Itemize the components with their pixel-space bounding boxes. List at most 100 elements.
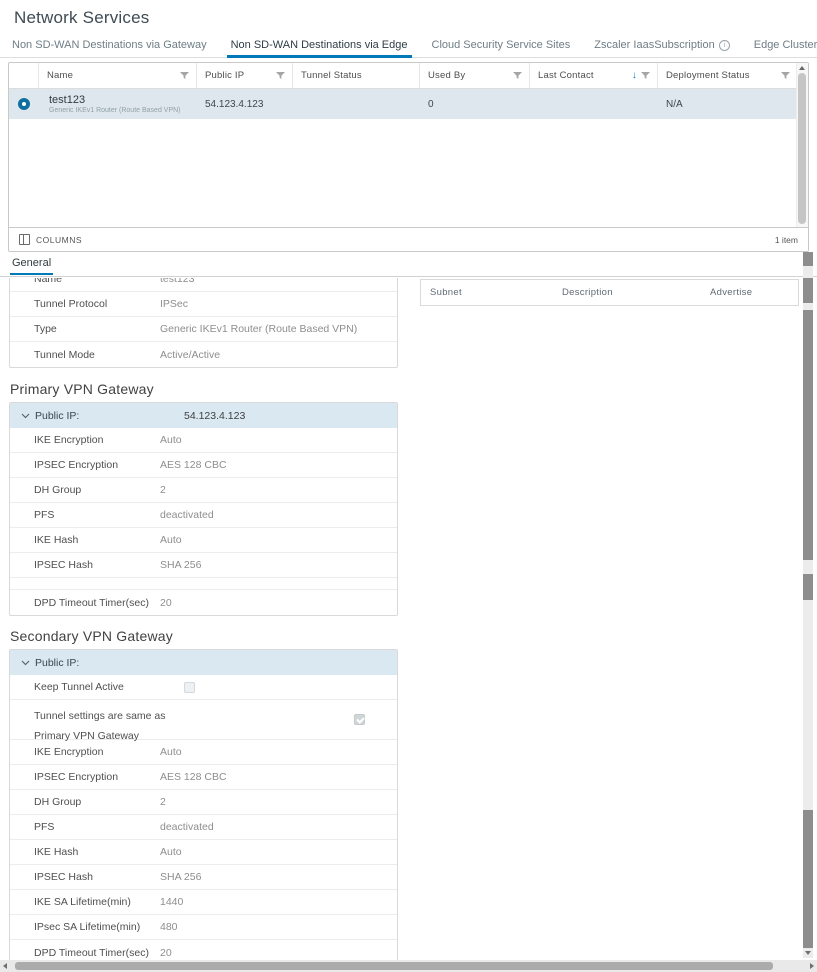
scrollbar-thumb[interactable] — [803, 252, 813, 266]
tab-edge-clusters[interactable]: Edge Clusters — [754, 33, 817, 57]
grid-header-public-ip[interactable]: Public IP — [197, 63, 293, 88]
field-label: IPSEC Hash — [10, 559, 160, 571]
scrollbar-thumb[interactable] — [803, 574, 813, 600]
field-label: IPSEC Encryption — [10, 459, 160, 471]
field-label: Keep Tunnel Active — [10, 681, 160, 693]
scroll-right-arrow-icon[interactable] — [810, 963, 814, 969]
sort-desc-icon[interactable]: ↓ — [632, 70, 637, 81]
details-tabbar: General — [0, 252, 817, 277]
secondary-row: IKE Hash Auto — [10, 840, 397, 865]
tab-zscaler-label: Zscaler IaasSubscription — [594, 39, 714, 51]
grid-header-name-label: Name — [47, 70, 73, 81]
grid-scrollbar-thumb[interactable] — [798, 73, 806, 224]
tab-zscaler-iaas-subscription[interactable]: Zscaler IaasSubscription — [594, 33, 729, 57]
filter-icon[interactable] — [513, 72, 522, 80]
grid-header-used-by-label: Used By — [428, 70, 465, 81]
chevron-down-icon — [21, 413, 30, 419]
general-row: Tunnel Protocol IPSec — [10, 292, 397, 317]
item-count: 1 item — [775, 235, 798, 245]
field-value: 20 — [160, 597, 172, 609]
primary-row: IKE Encryption Auto — [10, 428, 397, 453]
field-value: Auto — [160, 434, 182, 446]
scrollbar-thumb[interactable] — [803, 810, 813, 948]
row-subtitle: Generic IKEv1 Router (Route Based VPN) — [49, 107, 197, 114]
info-icon — [719, 40, 730, 51]
tab-general[interactable]: General — [12, 257, 51, 269]
row-name-cell: test123 Generic IKEv1 Router (Route Base… — [39, 94, 197, 114]
field-label: DPD Timeout Timer(sec) — [10, 597, 160, 609]
field-label: IKE Encryption — [10, 746, 160, 758]
primary-row: IKE Hash Auto — [10, 528, 397, 553]
field-value: 20 — [160, 947, 172, 959]
scroll-down-arrow-icon[interactable] — [805, 951, 811, 955]
field-value: Auto — [160, 746, 182, 758]
subnet-col-header: Subnet — [421, 287, 562, 298]
filter-icon[interactable] — [641, 72, 650, 80]
field-label: Tunnel Protocol — [10, 298, 160, 310]
primary-public-ip-header[interactable]: Public IP: 54.123.4.123 — [10, 403, 397, 428]
keep-tunnel-active-checkbox[interactable] — [184, 682, 195, 693]
scrollbar-thumb[interactable] — [803, 310, 813, 560]
field-label: IPSEC Encryption — [10, 771, 160, 783]
filter-icon[interactable] — [781, 72, 790, 80]
field-label: PFS — [10, 821, 160, 833]
section-header-label: Public IP: — [35, 657, 79, 669]
secondary-row: IPSEC Hash SHA 256 — [10, 865, 397, 890]
field-value: 1440 — [160, 896, 183, 908]
secondary-checkbox-row: Tunnel settings are same as Primary VPN … — [10, 700, 397, 740]
scroll-up-arrow-icon[interactable] — [799, 66, 805, 70]
filter-icon[interactable] — [180, 72, 189, 80]
horizontal-scrollbar-thumb[interactable] — [15, 962, 773, 970]
nsd-datagrid: Name Public IP Tunnel Status Used By Las… — [8, 62, 809, 252]
field-label: IPSEC Hash — [10, 871, 160, 883]
field-label: IKE Hash — [10, 534, 160, 546]
primary-row: DH Group 2 — [10, 478, 397, 503]
table-row[interactable]: test123 Generic IKEv1 Router (Route Base… — [9, 89, 808, 119]
field-value: deactivated — [160, 509, 214, 521]
field-label: Name — [10, 278, 160, 285]
tab-non-sdwan-via-edge[interactable]: Non SD-WAN Destinations via Edge — [231, 33, 408, 57]
grid-header-tunnel-status[interactable]: Tunnel Status — [293, 63, 420, 88]
field-value: test123 — [160, 278, 194, 285]
grid-header-deployment-status[interactable]: Deployment Status — [658, 63, 797, 88]
page-vertical-scrollbar[interactable] — [803, 252, 813, 958]
grid-vertical-scrollbar[interactable] — [796, 63, 808, 227]
section-header-label: Public IP: — [35, 410, 79, 422]
scrollbar-thumb[interactable] — [803, 278, 813, 303]
grid-header-tunnel-status-label: Tunnel Status — [301, 70, 362, 81]
grid-header-last-contact[interactable]: Last Contact ↓ — [530, 63, 658, 88]
field-value: Auto — [160, 534, 182, 546]
field-label: Type — [10, 323, 160, 335]
field-label: IPsec SA Lifetime(min) — [10, 921, 160, 933]
scroll-left-arrow-icon[interactable] — [3, 963, 7, 969]
columns-button[interactable]: COLUMNS — [36, 235, 82, 245]
description-col-header: Description — [562, 287, 710, 298]
horizontal-scrollbar[interactable] — [0, 960, 817, 972]
same-as-primary-checkbox[interactable] — [354, 714, 365, 725]
grid-header-select — [9, 63, 39, 88]
tab-non-sdwan-via-gateway[interactable]: Non SD-WAN Destinations via Gateway — [12, 33, 207, 57]
radio-selected-icon[interactable] — [18, 98, 30, 110]
secondary-vpn-gateway-table: Public IP: Keep Tunnel Active Tunnel set… — [9, 649, 398, 966]
field-value: SHA 256 — [160, 559, 201, 571]
field-value: Generic IKEv1 Router (Route Based VPN) — [160, 323, 357, 335]
grid-header-used-by[interactable]: Used By — [420, 63, 530, 88]
field-value: SHA 256 — [160, 871, 201, 883]
row-public-ip: 54.123.4.123 — [197, 99, 293, 110]
field-value: deactivated — [160, 821, 214, 833]
primary-vpn-gateway-heading: Primary VPN Gateway — [10, 381, 154, 397]
grid-header-name[interactable]: Name — [39, 63, 197, 88]
field-label: DPD Timeout Timer(sec) — [10, 947, 160, 959]
field-value: AES 128 CBC — [160, 771, 227, 783]
tab-cloud-security-service-sites[interactable]: Cloud Security Service Sites — [432, 33, 571, 57]
secondary-public-ip-header[interactable]: Public IP: — [10, 650, 397, 675]
filter-icon[interactable] — [276, 72, 285, 80]
chevron-down-icon — [21, 660, 30, 666]
field-value: Active/Active — [160, 349, 220, 361]
secondary-row: PFS deactivated — [10, 815, 397, 840]
row-radio-cell[interactable] — [9, 98, 39, 110]
general-table: Name test123 Tunnel Protocol IPSec Type … — [9, 278, 398, 368]
primary-row: IPSEC Encryption AES 128 CBC — [10, 453, 397, 478]
field-value: 2 — [160, 484, 166, 496]
grid-header-row: Name Public IP Tunnel Status Used By Las… — [9, 63, 808, 89]
